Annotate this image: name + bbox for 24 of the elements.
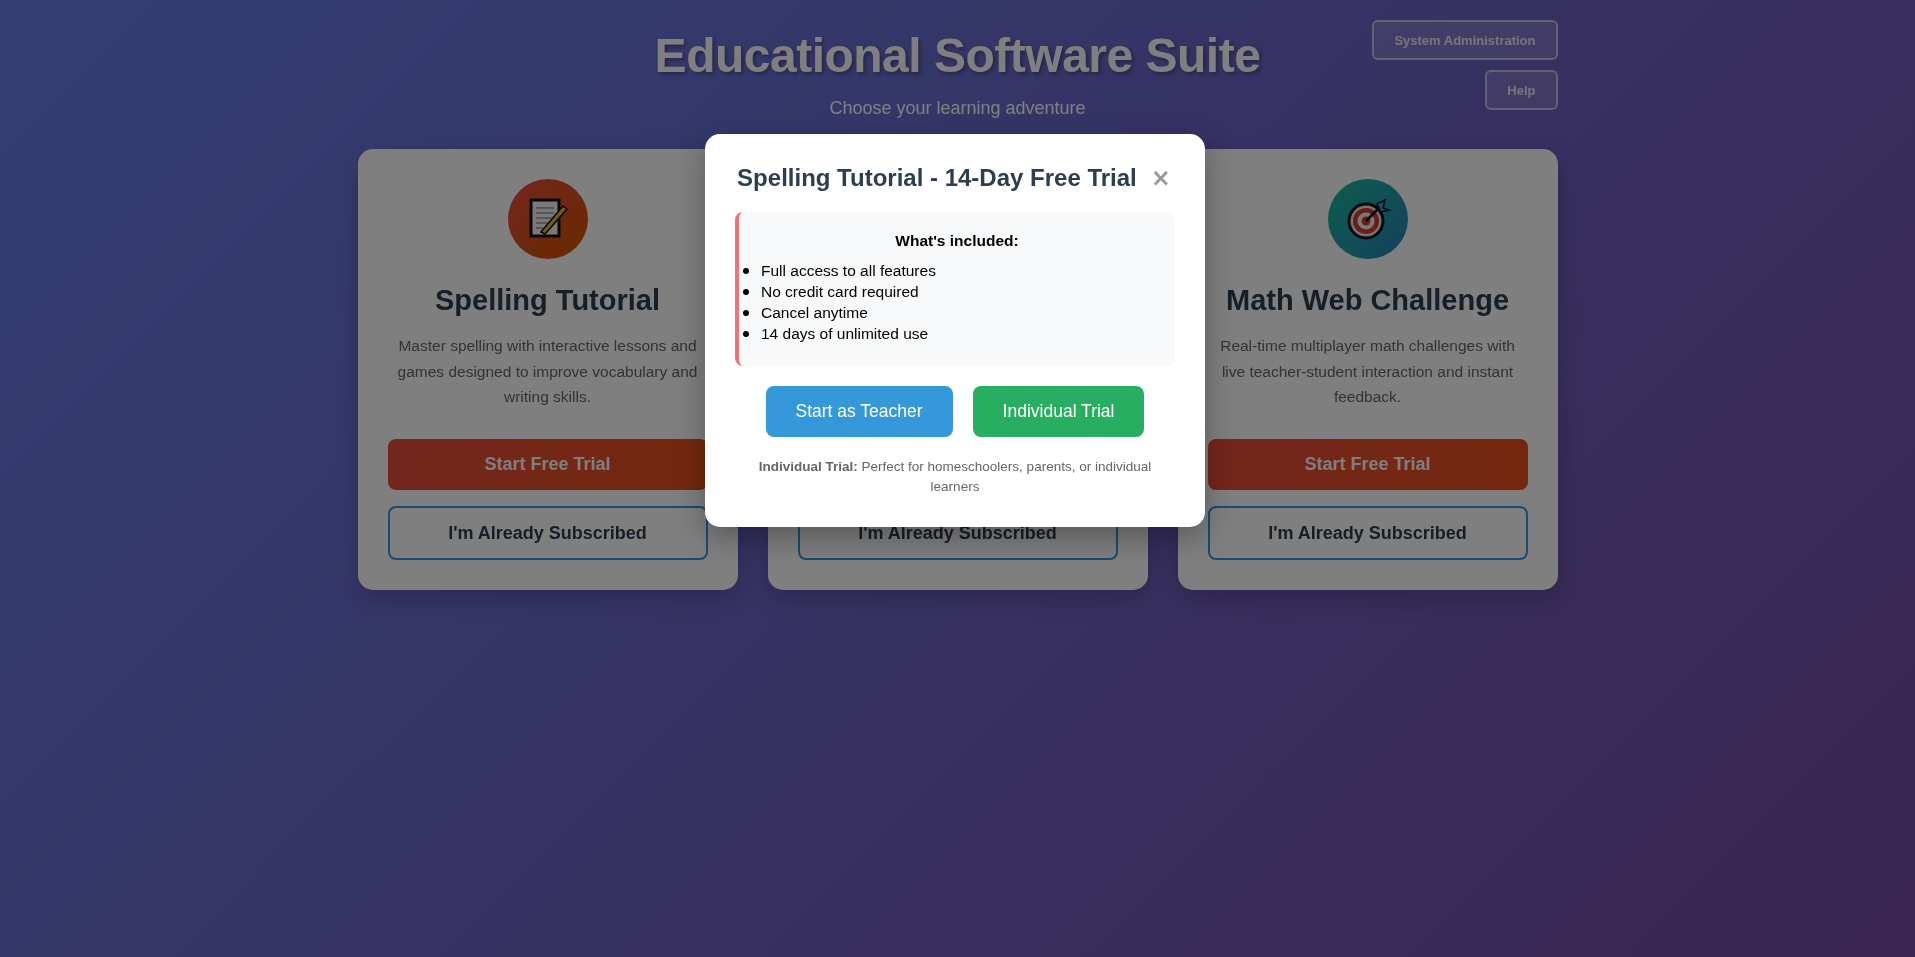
page-title: Educational Software Suite bbox=[654, 28, 1261, 84]
product-title: Spelling Tutorial bbox=[435, 283, 660, 317]
free-trial-button[interactable]: Start Free Trial bbox=[387, 439, 708, 490]
close-button[interactable]: × bbox=[1148, 166, 1173, 190]
bullet-icon bbox=[743, 330, 749, 337]
trial-note: Individual Trial: Perfect for homeschoolers, parents, or individual learners bbox=[757, 458, 1153, 496]
page-subtitle: Choose your learning adventure bbox=[829, 98, 1086, 119]
free-trial-button[interactable]: Start Free Trial bbox=[1207, 439, 1528, 490]
bullet-icon bbox=[743, 267, 749, 274]
bullet-icon bbox=[743, 288, 749, 295]
feature-item: 14 days of unlimited use bbox=[761, 324, 929, 343]
product-description: Master spelling with interactive lessons and games designed to improve vocabulary and writing skills. bbox=[396, 336, 699, 407]
individual-trial-button[interactable]: Individual Trial bbox=[972, 386, 1145, 437]
product-title: Math Web Challenge bbox=[1225, 283, 1510, 317]
feature-item: Full access to all features bbox=[761, 261, 936, 280]
dialog-title: Spelling Tutorial - 14-Day Free Trial bbox=[737, 164, 1137, 192]
product-description: Real-time multiplayer math challenges with live teacher-student interaction and instant feedback. bbox=[1219, 336, 1516, 407]
feature-item: Cancel anytime bbox=[761, 303, 868, 322]
teacher-button[interactable]: Start as Teacher bbox=[765, 386, 953, 437]
subscribed-button[interactable]: I'm Already Subscribed bbox=[387, 506, 708, 560]
bullet-icon bbox=[743, 309, 749, 316]
feature-item: No credit card required bbox=[761, 282, 919, 301]
included-heading: What's included: bbox=[894, 232, 1020, 250]
subscribed-button[interactable]: I'm Already Subscribed bbox=[1207, 506, 1528, 560]
